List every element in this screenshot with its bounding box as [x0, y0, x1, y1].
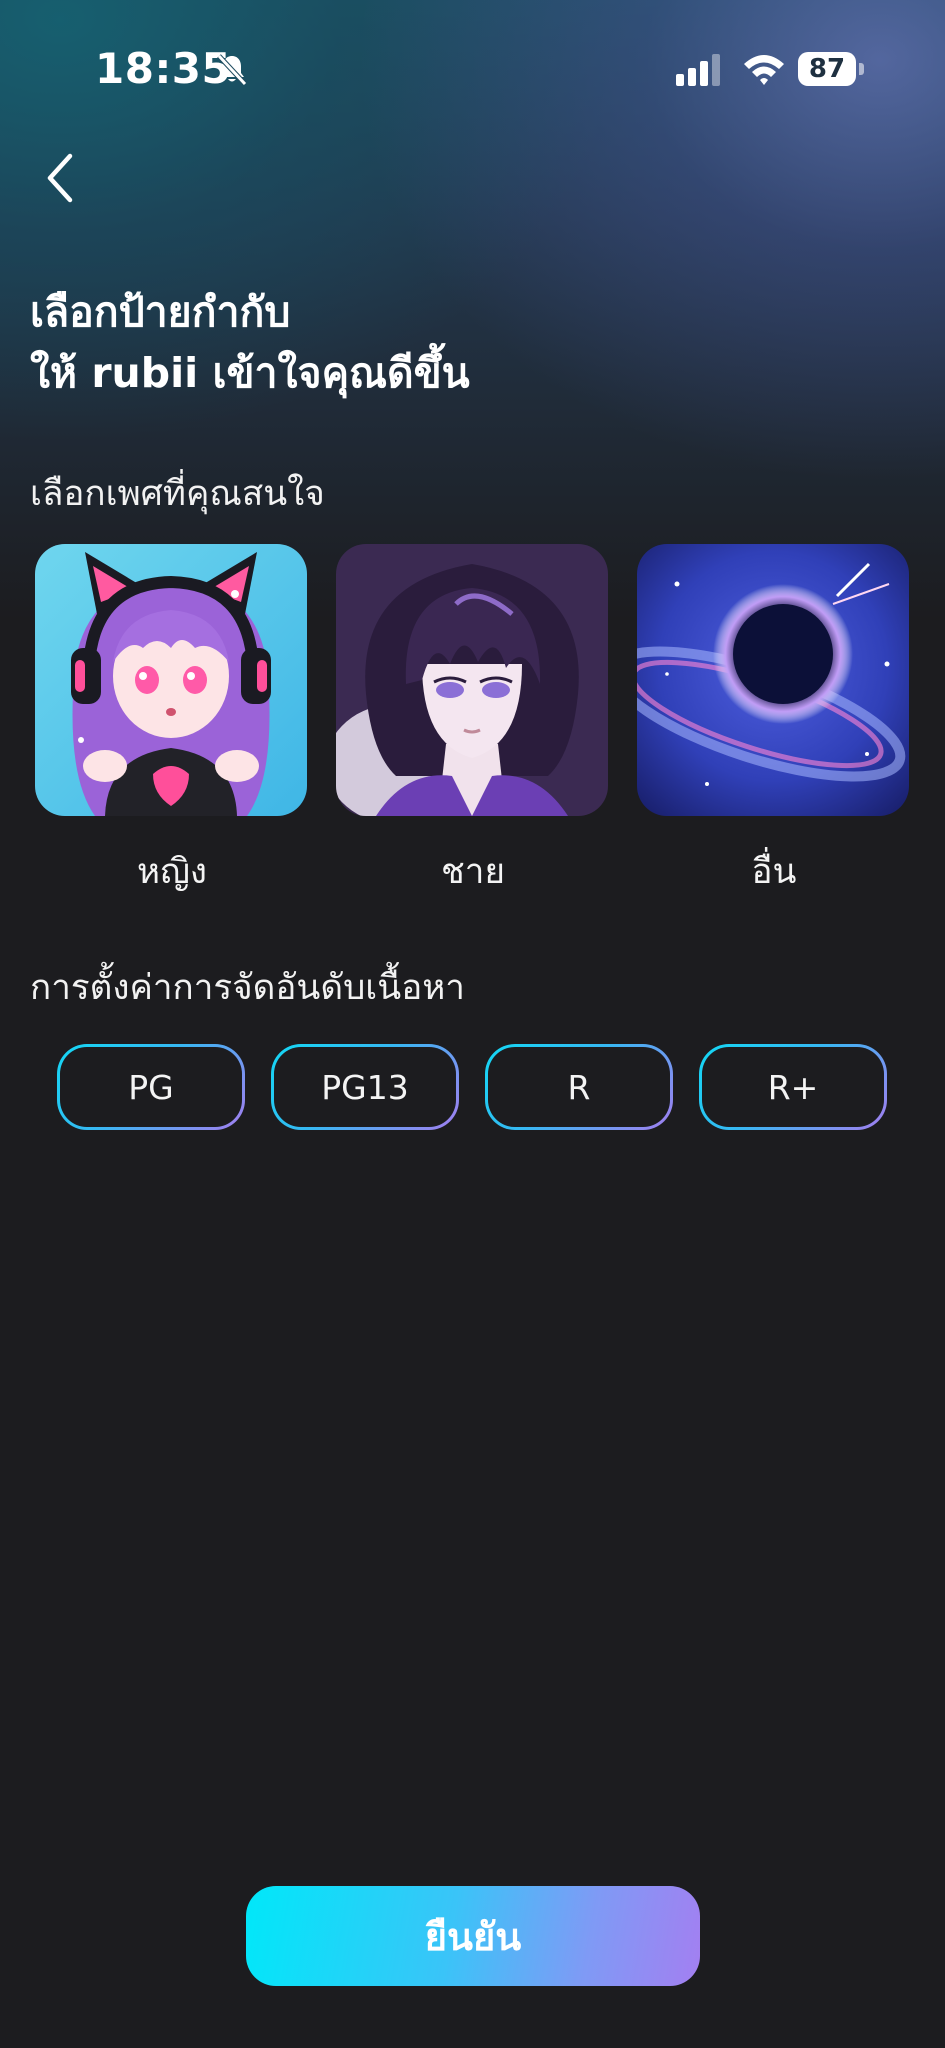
gender-option-other[interactable]: อื่น	[637, 544, 911, 899]
back-button[interactable]	[40, 148, 84, 208]
confirm-button[interactable]: ยืนยัน	[246, 1886, 700, 1986]
rating-option-r-label: R	[488, 1047, 670, 1127]
rating-option-r-plus-label: R+	[702, 1047, 884, 1127]
wifi-icon	[744, 55, 784, 85]
status-time: 18:35	[95, 44, 232, 93]
battery-cap	[859, 63, 864, 75]
cellular-signal-icon	[676, 54, 720, 86]
page-title-line2: ให้ rubii เข้าใจคุณดีขึ้น	[30, 349, 470, 397]
rating-option-pg13-label: PG13	[274, 1047, 456, 1127]
gender-option-other-label: อื่น	[751, 852, 797, 892]
rating-section-label: การตั้งค่าการจัดอันดับเนื้อหา	[30, 968, 465, 1008]
battery-level: 87	[808, 54, 846, 84]
rating-option-r-plus[interactable]: R+	[699, 1044, 887, 1130]
gender-option-female[interactable]: หญิง	[35, 544, 309, 899]
other-galaxy-image	[637, 544, 909, 816]
page-title-line1: เลือกป้ายกำกับ	[30, 288, 291, 336]
battery-icon: 87	[798, 52, 866, 88]
rating-option-pg[interactable]: PG	[57, 1044, 245, 1130]
rating-option-pg-label: PG	[60, 1047, 242, 1127]
chevron-left-icon	[47, 153, 73, 203]
male-avatar-image	[336, 544, 608, 816]
female-avatar-image	[35, 544, 307, 816]
bell-slash-icon	[217, 54, 247, 86]
rating-option-r[interactable]: R	[485, 1044, 673, 1130]
gender-option-male-label: ชาย	[441, 852, 505, 892]
page-title: เลือกป้ายกำกับ ให้ rubii เข้าใจคุณดีขึ้น	[30, 282, 910, 404]
gender-option-female-label: หญิง	[137, 852, 207, 892]
gender-section-label: เลือกเพศที่คุณสนใจ	[30, 474, 325, 514]
gender-option-male[interactable]: ชาย	[336, 544, 610, 899]
rating-option-pg13[interactable]: PG13	[271, 1044, 459, 1130]
screen: 18:35 87 เลือกป้ายกำกับ ให้ rubii เข้าใจ…	[0, 0, 945, 2048]
